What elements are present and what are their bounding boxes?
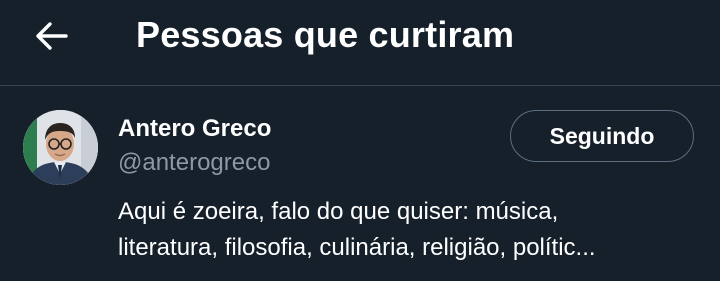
page-title: Pessoas que curtiram [136,14,515,55]
profile-photo [23,110,98,185]
top-app-bar: Pessoas que curtiram [0,0,720,86]
arrow-left-icon [36,22,68,50]
back-button[interactable] [22,10,82,62]
bio-line: literatura, filosofia, culinária, religi… [118,234,596,261]
app-window: Pessoas que curtiram Antero Greco @anter… [0,0,720,281]
bio-line: Aqui é zoeira, falo do que quiser: músic… [118,198,559,225]
user-handle[interactable]: @anterogreco [118,149,270,177]
user-bio: Aqui é zoeira, falo do que quiser: músic… [118,194,708,266]
user-display-name[interactable]: Antero Greco [118,115,271,143]
avatar[interactable] [23,110,98,185]
following-button[interactable]: Seguindo [510,110,694,162]
user-list-item[interactable]: Antero Greco @anterogreco Seguindo Aqui … [0,87,720,281]
